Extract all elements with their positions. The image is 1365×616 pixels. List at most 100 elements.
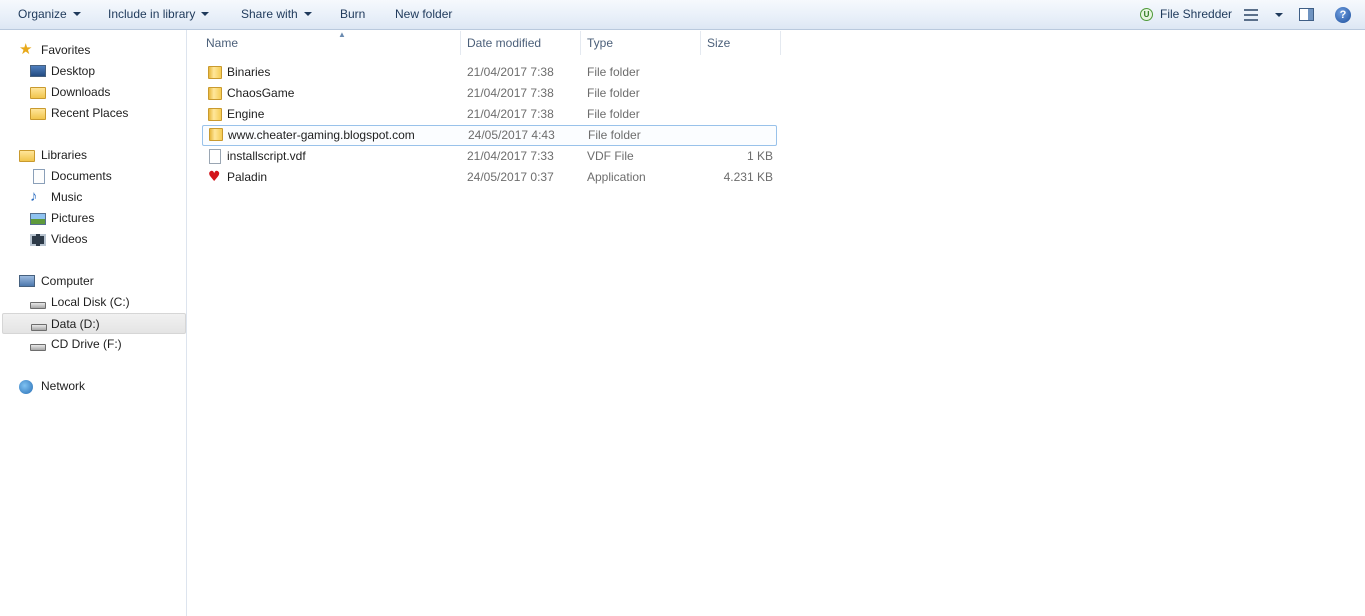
nav-computer-label: Computer [41, 274, 94, 288]
help-icon[interactable]: ? [1335, 7, 1351, 23]
column-header-type[interactable]: Type [581, 31, 701, 55]
file-name: Paladin [227, 170, 268, 184]
nav-item-label: Recent Places [51, 106, 129, 120]
file-shredder-label: File Shredder [1160, 7, 1233, 21]
nav-item-data-d[interactable]: Data (D:) [2, 313, 186, 334]
nav-item-downloads[interactable]: Downloads [0, 82, 186, 103]
file-type: File folder [587, 65, 640, 79]
file-date-modified: 21/04/2017 7:38 [467, 65, 554, 79]
file-name: installscript.vdf [227, 149, 306, 163]
chevron-down-icon [201, 11, 210, 16]
file-type: VDF File [587, 149, 634, 163]
nav-item-label: Documents [51, 169, 112, 183]
file-row-engine[interactable]: Engine 21/04/2017 7:38 File folder [202, 104, 777, 125]
file-shredder-button[interactable]: File Shredder [1160, 0, 1232, 29]
star-icon: ★ [19, 41, 33, 58]
nav-libraries[interactable]: Libraries [0, 145, 186, 166]
nav-item-cd-drive-f[interactable]: CD Drive (F:) [0, 334, 186, 355]
computer-icon [19, 275, 35, 287]
file-row-binaries[interactable]: Binaries 21/04/2017 7:38 File folder [202, 62, 777, 83]
column-header-label: Size [707, 36, 731, 50]
nav-item-label: Music [51, 190, 83, 204]
file-date-modified: 24/05/2017 0:37 [467, 170, 554, 184]
file-date-modified: 24/05/2017 4:43 [468, 128, 555, 142]
nav-item-music[interactable]: ♪ Music [0, 187, 186, 208]
desktop-icon [30, 65, 46, 77]
navigation-pane: ★ Favorites Desktop Downloads Recent Pla… [0, 30, 187, 616]
paladin-app-icon: ♥ [208, 169, 221, 185]
folder-icon [208, 87, 222, 100]
nav-item-label: Local Disk (C:) [51, 295, 130, 309]
new-folder-button[interactable]: New folder [395, 0, 452, 29]
nav-item-label: CD Drive (F:) [51, 337, 122, 351]
downloads-folder-icon [30, 87, 46, 99]
file-size: 4.231 KB [723, 170, 773, 184]
file-name: Binaries [227, 65, 271, 79]
file-size: 1 KB [746, 149, 773, 163]
column-header-row: Name ▲ Date modified Type Size [188, 31, 783, 55]
new-folder-label: New folder [395, 7, 453, 21]
system-drive-icon [30, 302, 46, 309]
include-in-library-label: Include in library [108, 7, 196, 21]
nav-network-label: Network [41, 379, 86, 393]
file-type: File folder [587, 86, 640, 100]
sort-ascending-icon: ▲ [338, 30, 346, 39]
column-header-label: Date modified [467, 36, 542, 50]
nav-item-label: Pictures [51, 211, 95, 225]
organize-label: Organize [18, 7, 67, 21]
file-type: Application [587, 170, 646, 184]
nav-computer[interactable]: Computer [0, 271, 186, 292]
file-icon [209, 149, 221, 164]
music-note-icon: ♪ [30, 188, 38, 205]
nav-item-label: Downloads [51, 85, 111, 99]
recent-places-icon [30, 108, 46, 120]
burn-label: Burn [340, 7, 366, 21]
file-type: File folder [587, 107, 640, 121]
burn-button[interactable]: Burn [340, 0, 365, 29]
documents-icon [33, 169, 45, 184]
pictures-icon [30, 213, 46, 225]
nav-item-label: Videos [51, 232, 88, 246]
preview-pane-icon[interactable] [1299, 8, 1314, 21]
file-row-paladin[interactable]: ♥ Paladin 24/05/2017 0:37 Application 4.… [202, 167, 777, 188]
file-name: www.cheater-gaming.blogspot.com [228, 128, 415, 142]
nav-network[interactable]: Network [0, 376, 186, 397]
file-row-cheater-gaming-folder[interactable]: www.cheater-gaming.blogspot.com 24/05/20… [202, 125, 777, 146]
folder-icon [208, 66, 222, 79]
file-shredder-icon: U [1140, 8, 1153, 21]
network-globe-icon [19, 380, 33, 394]
libraries-icon [19, 150, 35, 162]
column-header-label: Name [206, 36, 239, 50]
share-with-button[interactable]: Share with [241, 0, 312, 29]
cd-drive-icon [30, 344, 46, 351]
chevron-down-icon [72, 11, 81, 16]
column-header-name[interactable]: Name ▲ [200, 31, 461, 55]
nav-item-documents[interactable]: Documents [0, 166, 186, 187]
nav-favorites-label: Favorites [41, 43, 91, 57]
change-view-icon[interactable] [1244, 9, 1258, 21]
view-options-chevron-icon[interactable] [1275, 13, 1283, 17]
organize-button[interactable]: Organize [18, 0, 81, 29]
nav-libraries-label: Libraries [41, 148, 88, 162]
file-row-chaosgame[interactable]: ChaosGame 21/04/2017 7:38 File folder [202, 83, 777, 104]
column-header-date-modified[interactable]: Date modified [461, 31, 581, 55]
include-in-library-button[interactable]: Include in library [108, 0, 210, 29]
file-name: Engine [227, 107, 265, 121]
hard-drive-icon [31, 324, 47, 331]
file-name: ChaosGame [227, 86, 295, 100]
nav-favorites[interactable]: ★ Favorites [0, 40, 186, 61]
nav-item-pictures[interactable]: Pictures [0, 208, 186, 229]
folder-icon [208, 108, 222, 121]
file-row-installscript[interactable]: installscript.vdf 21/04/2017 7:33 VDF Fi… [202, 146, 777, 167]
share-with-label: Share with [241, 7, 298, 21]
nav-item-recent-places[interactable]: Recent Places [0, 103, 186, 124]
file-date-modified: 21/04/2017 7:38 [467, 107, 554, 121]
folder-icon [209, 128, 223, 141]
nav-item-local-disk-c[interactable]: Local Disk (C:) [0, 292, 186, 313]
nav-item-desktop[interactable]: Desktop [0, 61, 186, 82]
film-strip-icon [30, 234, 46, 246]
nav-item-videos[interactable]: Videos [0, 229, 186, 250]
nav-item-label: Desktop [51, 64, 96, 78]
column-header-size[interactable]: Size [701, 31, 781, 55]
file-date-modified: 21/04/2017 7:33 [467, 149, 554, 163]
